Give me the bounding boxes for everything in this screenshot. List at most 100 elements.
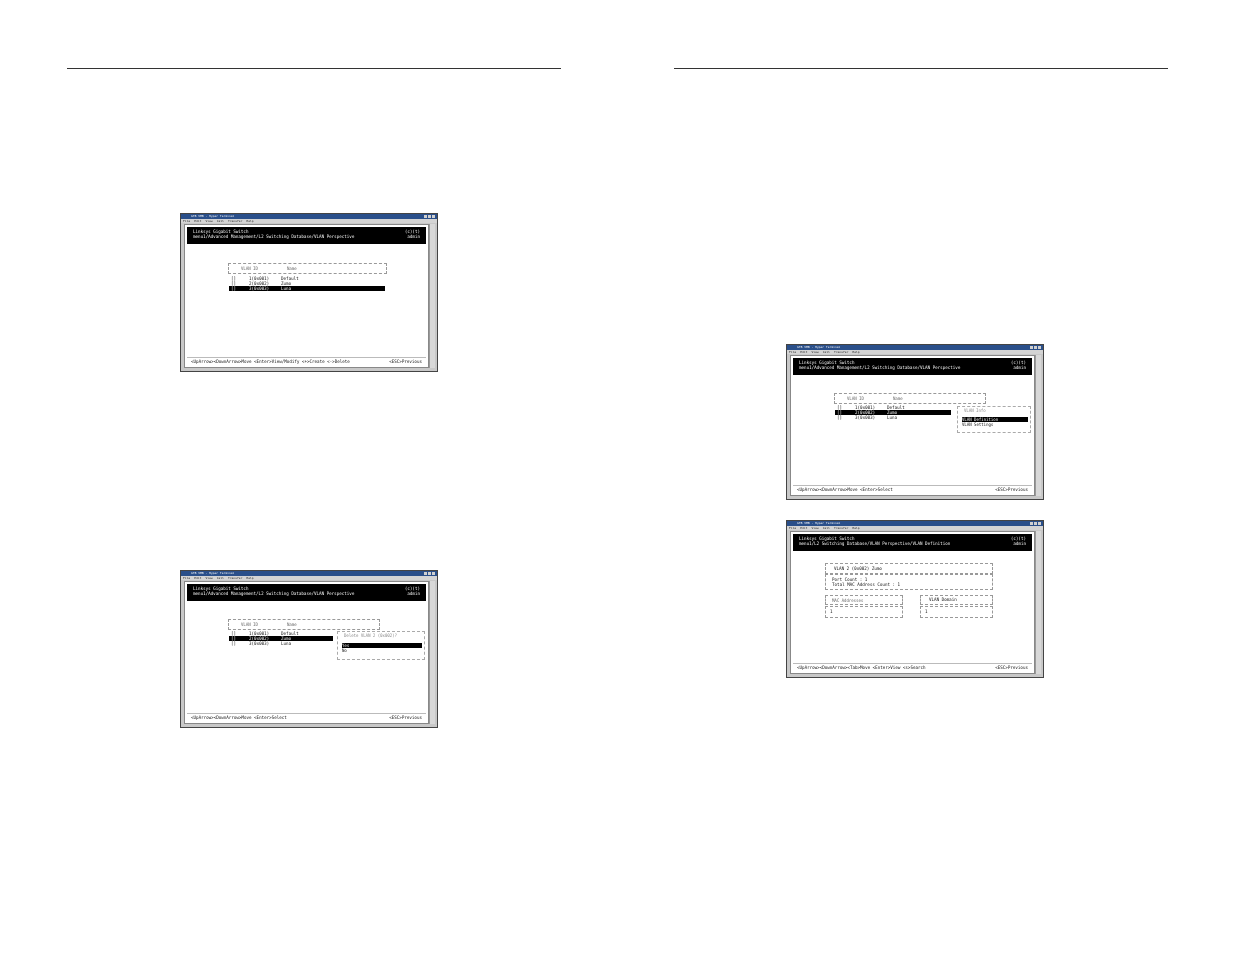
user-name: admin (1013, 541, 1026, 546)
maximize-icon[interactable] (1034, 522, 1037, 525)
terminal-screenshot-vlan-definition: GTB VMB - Hyper Terminal File Edit View Cal… (786, 520, 1044, 678)
popup-title: VLAN Info (964, 408, 986, 413)
menu-view[interactable]: View (811, 350, 818, 354)
escape-hint: <ESC>Previous (995, 665, 1028, 670)
menu-view[interactable]: View (205, 576, 212, 580)
menu-view[interactable]: View (205, 219, 212, 223)
escape-hint: <ESC>Previous (389, 715, 422, 720)
menu-transfer[interactable]: Transfer (228, 219, 242, 223)
vertical-scrollbar[interactable] (429, 581, 435, 724)
menu-bar: File Edit View Call Transfer Help (181, 219, 437, 223)
key-hints: <UpArrow><DownArrow>Move <Enter>Select (191, 715, 287, 720)
menu-file[interactable]: File (789, 526, 796, 530)
close-icon[interactable] (1038, 522, 1041, 525)
key-hints: <UpArrow><DownArrow>Move <Enter>Select (797, 487, 893, 492)
mac-value: 1 (830, 609, 833, 614)
menu-help[interactable]: Help (852, 526, 859, 530)
table-row[interactable]: [] 3(0x003) Luna (229, 641, 333, 646)
terminal-header: Linksys Gigabit Switch menu1/Advanced Ma… (187, 584, 426, 601)
terminal-screenshot-delete-vlan: GTB VMB - Hyper Terminal File Edit View Cal… (180, 570, 438, 728)
menu-help[interactable]: Help (246, 219, 253, 223)
status-bar: <UpArrow><DownArrow><Tab>Move <Enter>Vie… (793, 663, 1032, 671)
close-icon[interactable] (1038, 346, 1041, 349)
mac-count: Total MAC Address Count : 1 (832, 582, 901, 587)
vlan-domain-list[interactable]: 1 (920, 606, 993, 618)
minimize-icon[interactable] (424, 215, 427, 218)
menu-help[interactable]: Help (852, 350, 859, 354)
vlan-info-popup: VLAN Info VLAN Definition VLAN Settings (957, 406, 1031, 433)
vlan-domain-header: VLAN Domain (920, 595, 993, 605)
maximize-icon[interactable] (428, 572, 431, 575)
terminal-area: Linksys Gigabit Switch menu1/L2 Switchin… (790, 531, 1035, 674)
table-row-selected[interactable]: [] 3(0x003) Luna (229, 286, 385, 291)
status-bar: <UpArrow><DownArrow>Move <Enter>View/Mod… (187, 357, 426, 365)
menu-bar: File Edit View Call Transfer Help (181, 576, 437, 580)
domain-value: 1 (925, 609, 928, 614)
minimize-icon[interactable] (1030, 346, 1033, 349)
key-hints: <UpArrow><DownArrow>Move <Enter>View/Mod… (191, 359, 350, 364)
menu-bar: File Edit View Call Transfer Help (787, 350, 1043, 354)
vertical-scrollbar[interactable] (429, 224, 435, 368)
vlan-table-header: VLAN ID Name (228, 263, 387, 274)
option-no[interactable]: No (342, 648, 422, 653)
vlan-table-header: VLAN ID Name (228, 619, 380, 630)
maximize-icon[interactable] (428, 215, 431, 218)
maximize-icon[interactable] (1034, 346, 1037, 349)
col-vlan-id: VLAN ID (241, 266, 258, 271)
menu-file[interactable]: File (789, 350, 796, 354)
escape-hint: <ESC>Previous (389, 359, 422, 364)
menu-transfer[interactable]: Transfer (228, 576, 242, 580)
menu-path: menu1/Advanced Management/L2 Switching D… (193, 234, 355, 239)
mac-addresses-label: MAC Addresses (832, 598, 864, 603)
menu-path: menu1/Advanced Management/L2 Switching D… (799, 365, 961, 370)
menu-call[interactable]: Call (217, 219, 224, 223)
mac-addresses-header: MAC Addresses (825, 595, 903, 605)
terminal-area: Linksys Gigabit Switch menu1/Advanced Ma… (184, 581, 429, 724)
menu-call[interactable]: Call (823, 350, 830, 354)
table-row[interactable]: [] 3(0x003) Luna (835, 415, 951, 420)
vlan-table-header: VLAN ID Name (834, 393, 986, 404)
vlan-counts-box: Port Count : 1 Total MAC Address Count :… (825, 574, 993, 590)
menu-call[interactable]: Call (217, 576, 224, 580)
col-name: Name (893, 396, 903, 401)
menu-edit[interactable]: Edit (800, 350, 807, 354)
vertical-scrollbar[interactable] (1035, 531, 1041, 674)
menu-edit[interactable]: Edit (800, 526, 807, 530)
terminal-area: Linksys Gigabit Switch menu1/Advanced Ma… (790, 355, 1035, 496)
user-name: admin (407, 234, 420, 239)
escape-hint: <ESC>Previous (995, 487, 1028, 492)
terminal-header: Linksys Gigabit Switch menu1/Advanced Ma… (187, 227, 426, 244)
menu-bar: File Edit View Call Transfer Help (787, 526, 1043, 530)
vertical-scrollbar[interactable] (1035, 355, 1041, 496)
menu-file[interactable]: File (183, 576, 190, 580)
terminal-header: Linksys Gigabit Switch menu1/Advanced Ma… (793, 358, 1032, 375)
menu-transfer[interactable]: Transfer (834, 526, 848, 530)
menu-file[interactable]: File (183, 219, 190, 223)
terminal-screenshot-vlan-info: GTB VMB - Hyper Terminal File Edit View Cal… (786, 344, 1044, 500)
menu-call[interactable]: Call (823, 526, 830, 530)
menu-edit[interactable]: Edit (194, 576, 201, 580)
user-name: admin (407, 591, 420, 596)
left-page-rule (67, 68, 561, 69)
menu-view[interactable]: View (811, 526, 818, 530)
key-hints: <UpArrow><DownArrow><Tab>Move <Enter>Vie… (797, 665, 926, 670)
menu-help[interactable]: Help (246, 576, 253, 580)
close-icon[interactable] (432, 215, 435, 218)
menu-transfer[interactable]: Transfer (834, 350, 848, 354)
vlan-title-box: VLAN 2 (0x002) Zumo (825, 563, 993, 574)
close-icon[interactable] (432, 572, 435, 575)
terminal-screenshot-vlan-list: GTB VMB - Hyper Terminal File Edit View Cal… (180, 213, 438, 372)
minimize-icon[interactable] (424, 572, 427, 575)
popup-title: Delete VLAN 2 (0x002)? (344, 633, 397, 638)
col-name: Name (287, 266, 297, 271)
status-bar: <UpArrow><DownArrow>Move <Enter>Select <… (187, 713, 426, 721)
menu-edit[interactable]: Edit (194, 219, 201, 223)
option-vlan-settings[interactable]: VLAN Settings (962, 422, 1028, 427)
col-vlan-id: VLAN ID (241, 622, 258, 627)
menu-path: menu1/Advanced Management/L2 Switching D… (193, 591, 355, 596)
vlan-title: VLAN 2 (0x002) Zumo (834, 566, 882, 571)
col-vlan-id: VLAN ID (847, 396, 864, 401)
minimize-icon[interactable] (1030, 522, 1033, 525)
delete-confirm-popup: Delete VLAN 2 (0x002)? Yes No (337, 631, 425, 660)
mac-addresses-list[interactable]: 1 (825, 606, 903, 618)
